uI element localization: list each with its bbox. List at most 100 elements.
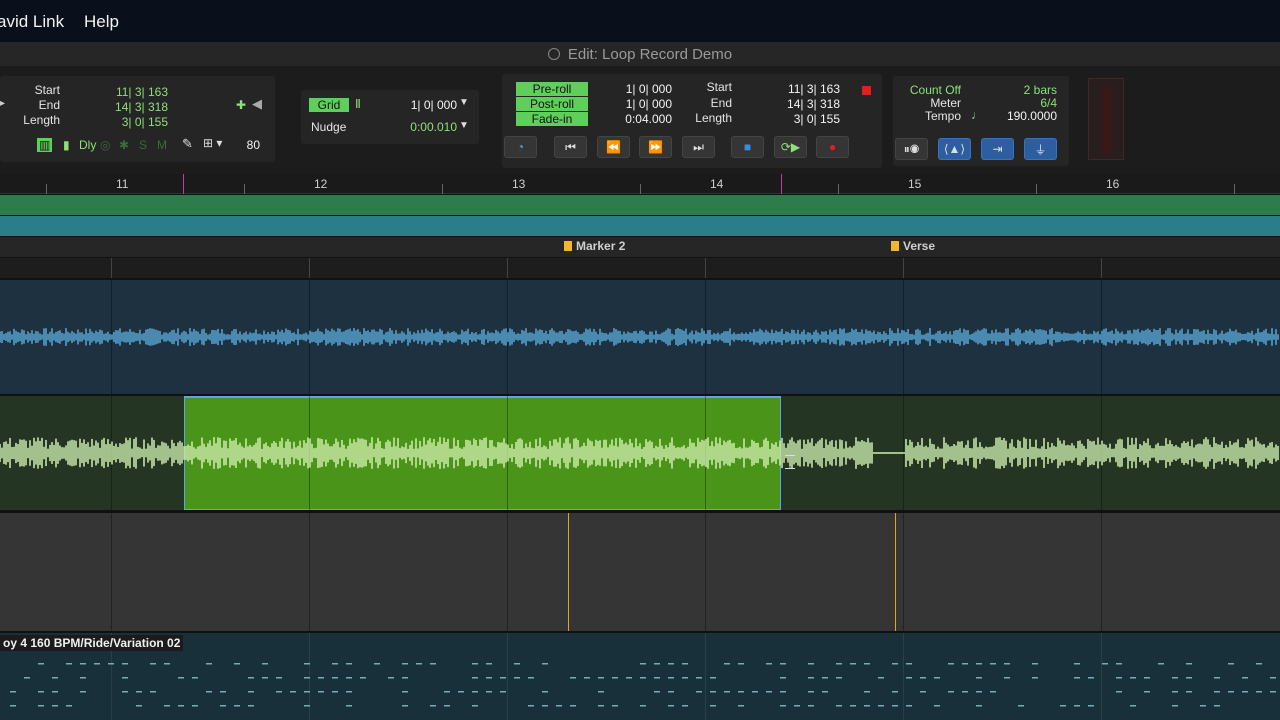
rewind-button[interactable]: ⏪: [597, 136, 630, 158]
marker-verse[interactable]: Verse: [891, 239, 935, 253]
grid-value[interactable]: 1| 0| 000: [391, 98, 457, 112]
markers-ruler[interactable]: Marker 2 Verse: [0, 237, 1280, 257]
ruler-tick: [640, 184, 641, 194]
fast-forward-button[interactable]: ⏩: [639, 136, 672, 158]
dropdown-arrow-icon[interactable]: ▸: [0, 98, 5, 109]
record-button[interactable]: ●: [816, 136, 849, 158]
meter-value[interactable]: 6/4: [1003, 96, 1057, 110]
fadein-button[interactable]: Fade-in: [516, 112, 588, 126]
ibeam-cursor-icon: ⌶: [784, 450, 796, 474]
marker-2[interactable]: Marker 2: [564, 239, 625, 253]
tempo-ruler[interactable]: [0, 195, 1280, 215]
audio-track-2[interactable]: [0, 396, 1280, 510]
gridline: [1101, 258, 1102, 278]
meter-ruler[interactable]: [0, 216, 1280, 236]
ruler-tick: [46, 184, 47, 194]
zoom-value[interactable]: 80: [236, 138, 260, 152]
go-to-end-icon: ⏭: [693, 139, 704, 154]
preroll-value[interactable]: 1| 0| 000: [602, 82, 672, 96]
midi-clip-name[interactable]: oy 4 160 BPM/Ride/Variation 02: [0, 635, 184, 651]
grid-lock-icon[interactable]: Ⅱ: [355, 97, 361, 111]
nudge-label: Nudge: [311, 120, 347, 134]
stop-icon: ■: [743, 140, 752, 154]
selection-start-value[interactable]: 11| 3| 163: [90, 85, 168, 99]
record-icon: ●: [828, 140, 837, 154]
count-off-label[interactable]: Count Off: [899, 83, 961, 97]
grid-ruler: [0, 258, 1280, 278]
marker-label: Marker 2: [576, 239, 626, 253]
ruler-tick: [838, 184, 839, 194]
solo-button[interactable]: S: [139, 138, 147, 152]
gridline: [111, 258, 112, 278]
marker-label: Verse: [903, 239, 936, 253]
gridline: [111, 513, 112, 631]
counter-panel: Count Off 2 bars Meter 6/4 Tempo ♩ 190.0…: [893, 76, 1069, 166]
postroll-button[interactable]: Post-roll: [516, 97, 588, 111]
audio-waveform-green: [0, 437, 1279, 469]
fast-forward-icon: ⏩: [648, 140, 663, 154]
ruler-tick: [244, 184, 245, 194]
tempo-label: Tempo: [924, 109, 961, 123]
transport-start-label: Start: [706, 80, 732, 94]
loop-play-button[interactable]: ⟳▶: [774, 136, 807, 158]
online-button[interactable]: ◔: [504, 136, 537, 158]
selection-length-value[interactable]: 3| 0| 155: [90, 115, 168, 129]
pencil-icon[interactable]: ✎: [182, 136, 193, 152]
grid-dropdown-icon[interactable]: ▼: [459, 97, 469, 108]
go-to-end-button[interactable]: ⏭: [682, 136, 715, 158]
link-icon[interactable]: ✚: [236, 98, 246, 112]
postroll-value[interactable]: 1| 0| 000: [602, 97, 672, 111]
transport-length-value[interactable]: 3| 0| 155: [762, 112, 840, 126]
stop-button[interactable]: ■: [731, 136, 764, 158]
speaker-icon[interactable]: ◀: [252, 96, 262, 112]
transport-start-value[interactable]: 11| 3| 163: [762, 82, 840, 96]
gridline: [705, 258, 706, 278]
edit-toolbar: ▸ Start 11| 3| 163 End 14| 3| 318 Length…: [0, 66, 1280, 174]
bar-number: 14: [710, 177, 724, 191]
meter-label: Meter: [930, 96, 961, 110]
online-icon: ◔: [516, 140, 525, 154]
menu-help[interactable]: Help: [84, 12, 119, 32]
gridline: [903, 258, 904, 278]
grid-button[interactable]: Grid: [309, 98, 349, 112]
ruler-tick: [1234, 184, 1235, 194]
record-enable-icon[interactable]: ◎: [100, 138, 110, 152]
audio-track-1[interactable]: [0, 280, 1280, 394]
metronome-icon: ⟨▲⟩: [943, 142, 966, 156]
transport-end-value[interactable]: 14| 3| 318: [762, 97, 840, 111]
input-monitor-icon[interactable]: ✱: [119, 138, 129, 152]
grid-mode-icon[interactable]: ⊞ ▾: [203, 136, 222, 150]
merge-icon: ⇥: [992, 142, 1003, 156]
midi-track[interactable]: oy 4 160 BPM/Ride/Variation 02: [0, 633, 1280, 720]
waveform-view-icon[interactable]: ▥: [37, 138, 53, 152]
note-icon: ♩: [971, 108, 983, 122]
empty-track[interactable]: [0, 513, 1280, 631]
selection-start-label: Start: [34, 83, 60, 97]
fadein-value[interactable]: 0:04.000: [602, 112, 672, 126]
selection-end-line: [781, 174, 782, 194]
merge-button[interactable]: ⇥: [981, 138, 1014, 160]
midi-thru-button[interactable]: ⏚: [1024, 138, 1057, 160]
tempo-value[interactable]: 190.0000: [993, 109, 1057, 123]
ruler-tick: [442, 184, 443, 194]
preroll-button[interactable]: Pre-roll: [516, 82, 588, 96]
midi-thru-icon: ⏚: [1034, 142, 1047, 157]
selection-end-value[interactable]: 14| 3| 318: [90, 100, 168, 114]
bars-beats-ruler[interactable]: 11 12 13 14 15 16: [0, 174, 1280, 194]
count-off-value[interactable]: 2 bars: [1003, 83, 1057, 97]
mute-button[interactable]: M: [157, 138, 167, 152]
wait-for-note-button[interactable]: ⏸◉: [895, 138, 928, 160]
bar-number: 15: [908, 177, 922, 191]
nudge-value[interactable]: 0:00.010: [391, 120, 457, 134]
metronome-button[interactable]: ⟨▲⟩: [938, 138, 971, 160]
record-indicator-icon: [862, 86, 871, 95]
menu-avid-link[interactable]: avid Link: [0, 12, 64, 32]
return-to-zero-button[interactable]: ⏮: [554, 136, 587, 158]
nudge-dropdown-icon[interactable]: ▼: [459, 120, 469, 131]
playlist-icon[interactable]: ▮: [63, 138, 70, 152]
bar-number: 16: [1106, 177, 1120, 191]
pause-note-icon: ⏸◉: [903, 141, 920, 156]
bar-number: 11: [116, 177, 129, 191]
transport-panel: Pre-roll Post-roll Fade-in 1| 0| 000 1| …: [502, 74, 882, 168]
delay-label[interactable]: Dly: [79, 138, 96, 152]
